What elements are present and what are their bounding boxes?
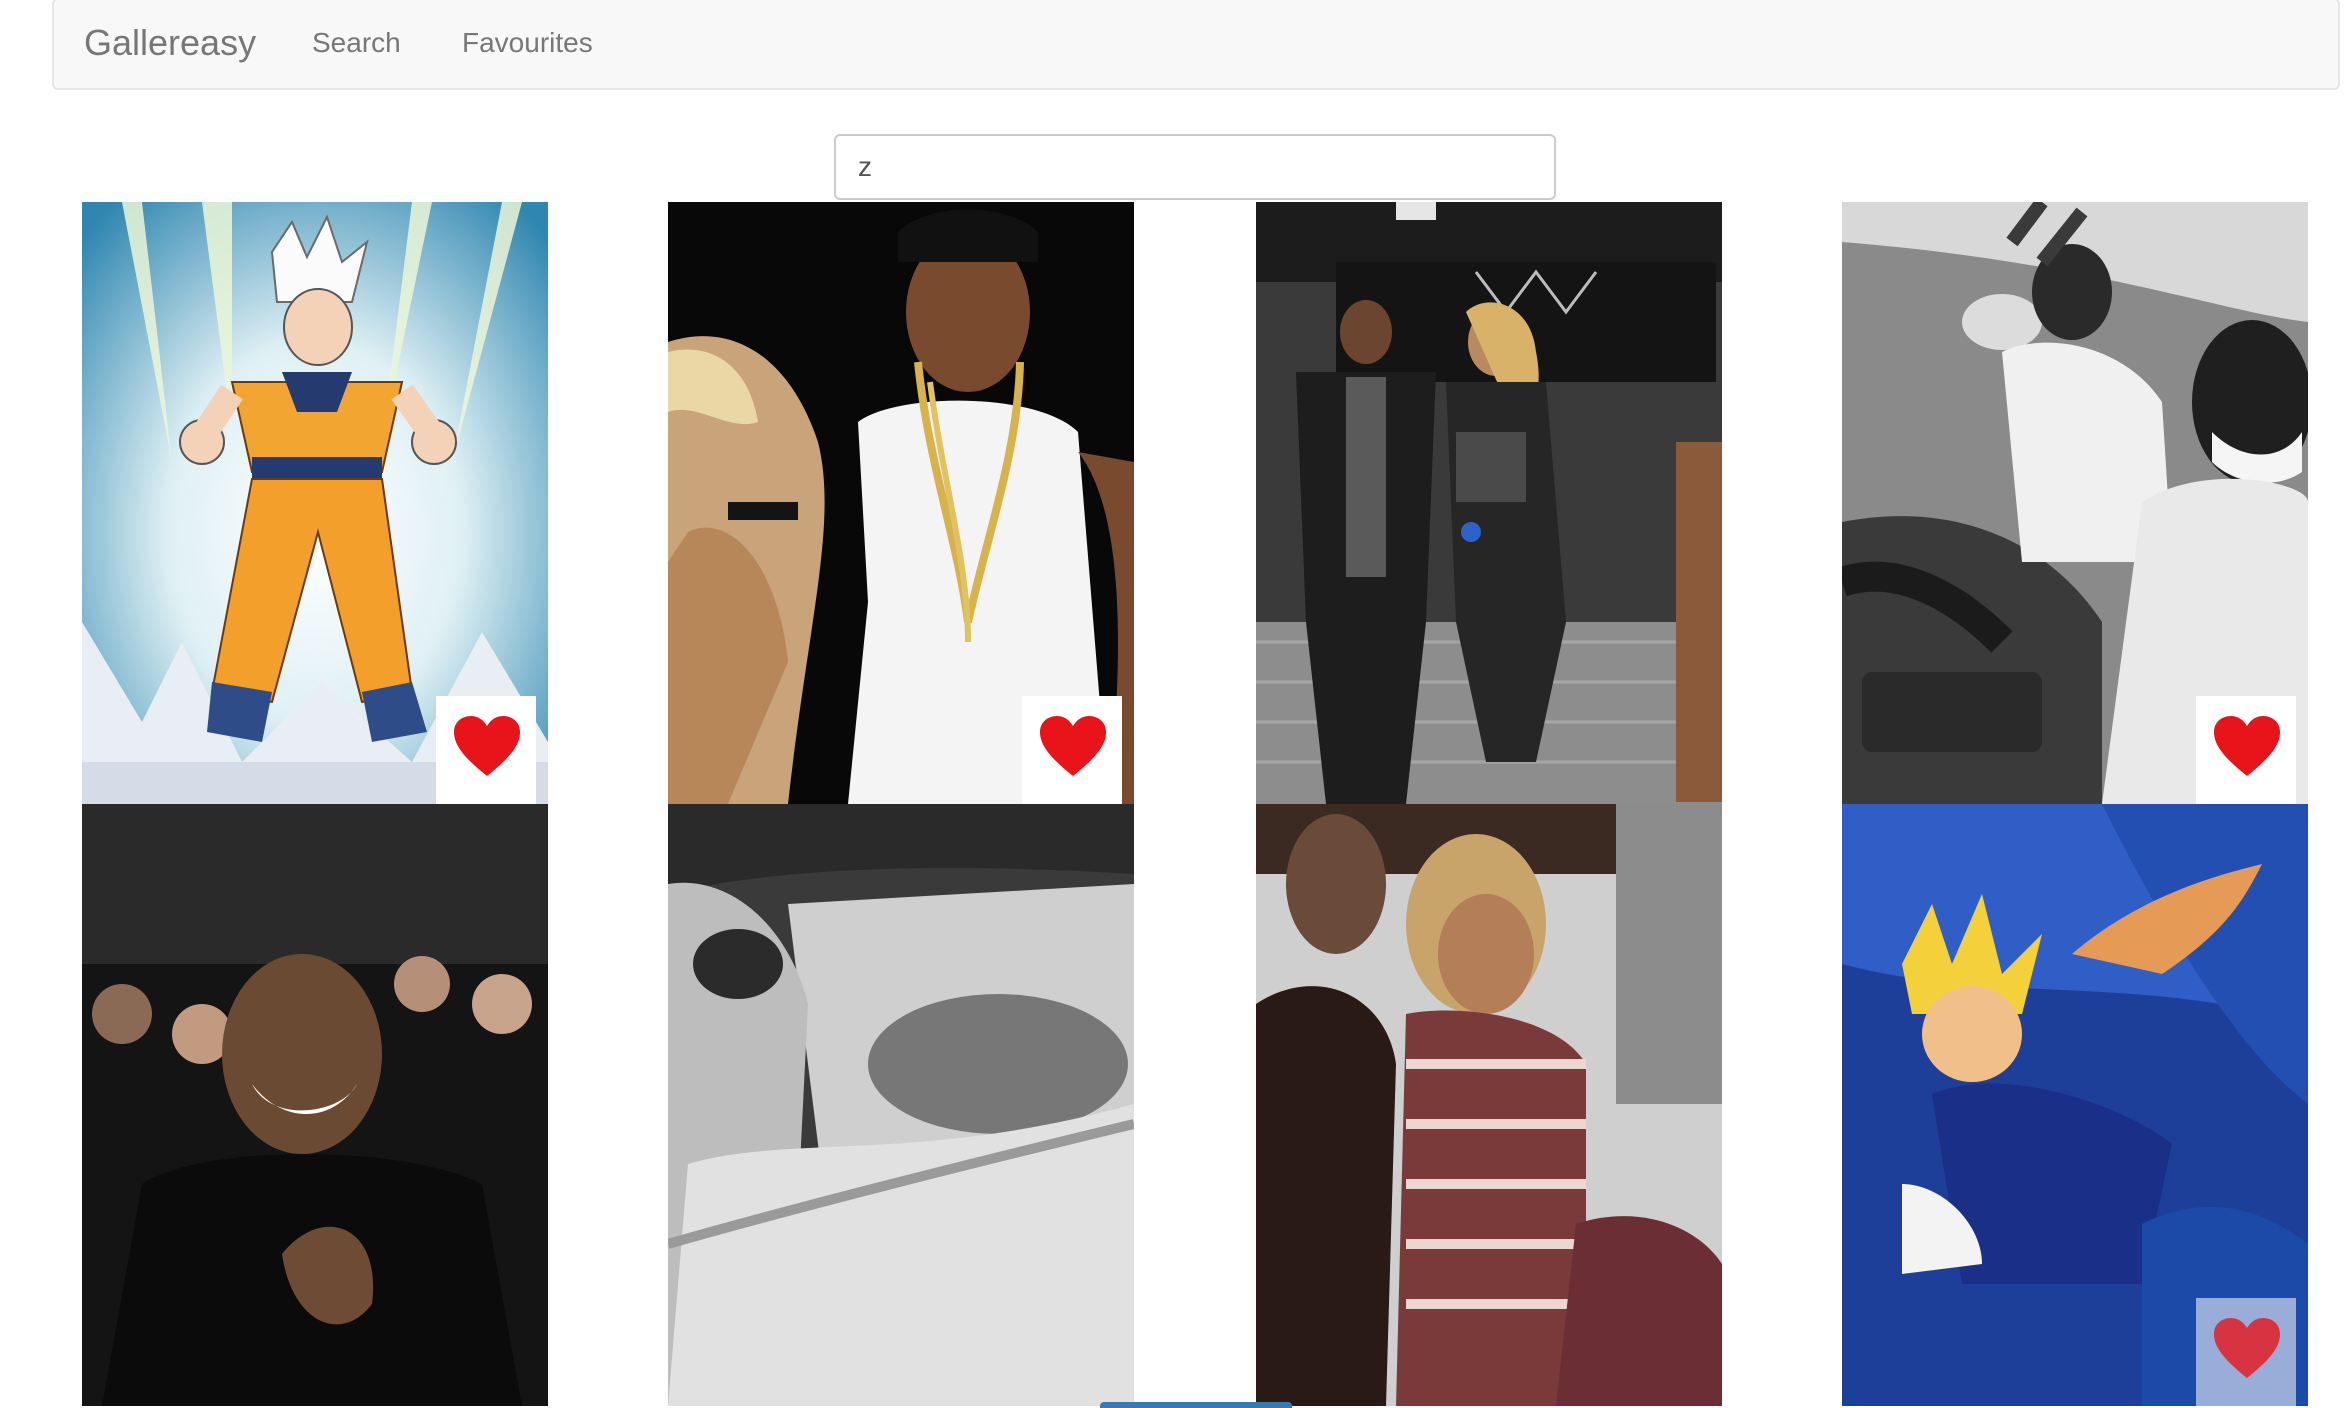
heart-icon xyxy=(2214,1318,2280,1378)
gif-tile[interactable] xyxy=(668,804,1134,1406)
favourite-button[interactable] xyxy=(2196,1298,2296,1406)
heart-icon xyxy=(454,716,520,776)
favourite-button[interactable] xyxy=(436,696,536,804)
gif-image xyxy=(82,804,548,1406)
gif-tile[interactable] xyxy=(82,804,548,1406)
gif-tile[interactable] xyxy=(1842,202,2308,804)
heart-icon xyxy=(1040,716,1106,776)
gif-tile[interactable] xyxy=(1256,804,1722,1406)
nav-search-link[interactable]: Search xyxy=(312,27,401,59)
heart-icon xyxy=(2214,716,2280,776)
favourite-button[interactable] xyxy=(1022,696,1122,804)
gif-image xyxy=(1256,202,1722,804)
top-navbar: Gallereasy Search Favourites xyxy=(52,0,2340,90)
gif-image xyxy=(668,804,1134,1406)
load-more-button[interactable] xyxy=(1100,1402,1292,1408)
gif-tile[interactable] xyxy=(668,202,1134,804)
gif-tile[interactable] xyxy=(1842,804,2308,1406)
gif-image xyxy=(1256,804,1722,1406)
search-input[interactable] xyxy=(834,134,1556,200)
brand-link[interactable]: Gallereasy xyxy=(84,22,256,64)
nav-favourites-link[interactable]: Favourites xyxy=(462,27,593,59)
gif-tile[interactable] xyxy=(1256,202,1722,804)
gif-tile[interactable] xyxy=(82,202,548,804)
favourite-button[interactable] xyxy=(2196,696,2296,804)
